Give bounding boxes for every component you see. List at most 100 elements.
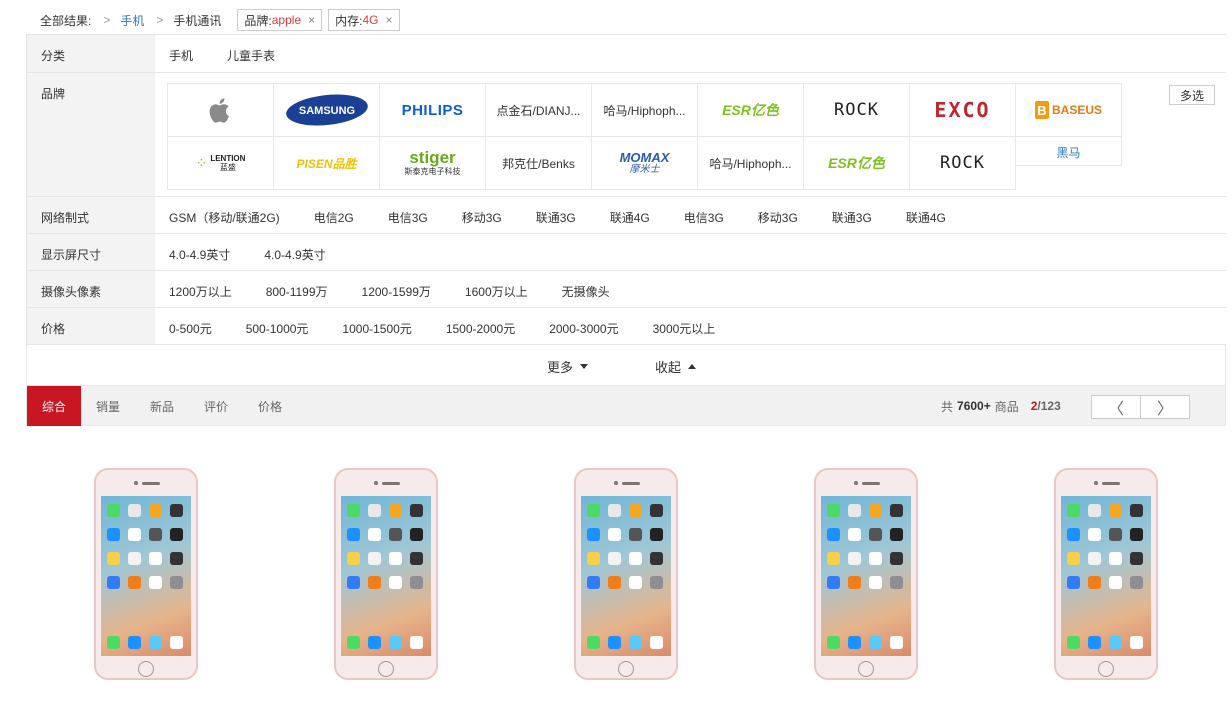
filter-option[interactable]: 移动3G: [758, 209, 798, 226]
brand-baseus[interactable]: B BASEUS: [1015, 83, 1122, 137]
result-count: 7600+: [957, 399, 991, 413]
filter-option[interactable]: 3000元以上: [653, 320, 716, 337]
breadcrumb-root: 全部结果:: [40, 13, 92, 28]
brand-philips[interactable]: PHILIPS: [379, 83, 486, 137]
filter-option[interactable]: 手机: [169, 47, 193, 64]
brand-esr[interactable]: ESR亿色: [697, 83, 804, 137]
brand-stiger[interactable]: stiger 斯泰克电子科技: [379, 136, 486, 190]
filter-label: 分类: [27, 35, 155, 72]
filter-option[interactable]: 500-1000元: [246, 320, 309, 337]
filter-panel: 分类 手机 儿童手表 品牌 SAMSUNG PHILIPS 点金石/DIANJ.…: [26, 34, 1226, 386]
filter-option[interactable]: 无摄像头: [562, 283, 610, 300]
next-page-button[interactable]: 〉: [1140, 395, 1190, 419]
prev-page-button[interactable]: 〈: [1091, 395, 1141, 419]
filter-label: 显示屏尺寸: [27, 234, 155, 270]
filter-option[interactable]: 联通3G: [536, 209, 576, 226]
esr-logo: ESR亿色: [828, 155, 885, 171]
filter-option[interactable]: 联通3G: [832, 209, 872, 226]
filter-option[interactable]: 1000-1500元: [342, 320, 411, 337]
product-card[interactable]: [334, 468, 438, 680]
filter-tag-key: 品牌:: [244, 13, 272, 28]
brand-hama[interactable]: 哈马/Hiphoph...: [591, 83, 698, 137]
filter-option[interactable]: 电信3G: [388, 209, 428, 226]
brand-text: 邦克仕/Benks: [502, 156, 575, 171]
filter-row-screen: 显示屏尺寸 4.0-4.9英寸 4.0-4.9英寸: [27, 234, 1226, 271]
filter-tag-value: 4G: [362, 13, 379, 27]
filter-label: 价格: [27, 308, 155, 344]
brand-hama[interactable]: 哈马/Hiphoph...: [697, 136, 804, 190]
multi-select-button[interactable]: 多选: [1169, 85, 1215, 105]
product-card[interactable]: [94, 468, 198, 680]
exco-logo: EXCO: [934, 98, 991, 122]
filter-row-camera: 摄像头像素 1200万以上 800-1199万 1200-1599万 1600万…: [27, 271, 1226, 308]
brand-dianjinshi[interactable]: 点金石/DIANJ...: [485, 83, 592, 137]
brand-rock[interactable]: ROCK: [909, 136, 1016, 190]
close-icon[interactable]: ×: [308, 13, 315, 27]
filter-option[interactable]: 电信3G: [684, 209, 724, 226]
close-icon[interactable]: ×: [386, 13, 393, 27]
breadcrumb-phone-link[interactable]: 手机: [120, 12, 144, 29]
breadcrumb-category[interactable]: 手机通讯: [173, 12, 221, 29]
sort-reviews[interactable]: 评价: [189, 386, 243, 426]
lention-logo: LENTION 蓝盛: [210, 154, 245, 172]
filter-option[interactable]: 移动3G: [462, 209, 502, 226]
philips-logo: PHILIPS: [401, 101, 464, 119]
sort-sales[interactable]: 销量: [81, 386, 135, 426]
sort-comprehensive[interactable]: 综合: [27, 386, 81, 426]
more-button[interactable]: 更多: [547, 357, 589, 376]
product-card[interactable]: [814, 468, 918, 680]
filter-tag-brand[interactable]: 品牌: apple ×: [237, 9, 323, 31]
filter-row-brand: 品牌 SAMSUNG PHILIPS 点金石/DIANJ... 哈马/Hipho…: [27, 73, 1226, 197]
filter-option[interactable]: 1200-1599万: [362, 283, 431, 300]
filter-option[interactable]: 儿童手表: [227, 47, 275, 64]
filter-option[interactable]: 1500-2000元: [446, 320, 515, 337]
filter-label: 网络制式: [27, 197, 155, 233]
summary-suffix: 商品: [994, 399, 1019, 414]
brand-pisen[interactable]: PISEN品胜: [273, 136, 380, 190]
breadcrumb: 全部结果: > 手机 > 手机通讯 品牌: apple × 内存: 4G ×: [40, 8, 400, 32]
filter-option[interactable]: 电信2G: [314, 209, 354, 226]
brand-exco[interactable]: EXCO: [909, 83, 1016, 137]
filter-option[interactable]: 联通4G: [610, 209, 650, 226]
baseus-logo: BASEUS: [1051, 103, 1102, 117]
product-card[interactable]: [1054, 468, 1158, 680]
brand-text: 点金石/DIANJ...: [496, 103, 581, 118]
filter-option[interactable]: 1600万以上: [465, 283, 528, 300]
brand-heima[interactable]: 黑马: [1015, 136, 1122, 166]
filter-option[interactable]: 800-1199万: [266, 283, 328, 300]
brand-apple[interactable]: [167, 83, 274, 137]
sort-price[interactable]: 价格: [243, 386, 297, 426]
sort-bar: 综合 销量 新品 评价 价格 共 7600+ 商品 2 /123 〈 〉: [26, 386, 1226, 426]
collapse-button[interactable]: 收起: [655, 357, 697, 376]
chevron-right-icon: 〉: [1156, 401, 1173, 418]
filter-tag-value: apple: [271, 13, 302, 27]
brand-momax[interactable]: MOMAX 摩米士: [591, 136, 698, 190]
brand-rock[interactable]: ROCK: [803, 83, 910, 137]
iphone-image: [94, 468, 198, 680]
samsung-logo: SAMSUNG: [285, 94, 368, 126]
filter-values: 1200万以上 800-1199万 1200-1599万 1600万以上 无摄像…: [169, 283, 644, 300]
filter-option[interactable]: 联通4G: [906, 209, 946, 226]
iphone-image: [814, 468, 918, 680]
brand-esr[interactable]: ESR亿色: [803, 136, 910, 190]
brand-samsung[interactable]: SAMSUNG: [273, 83, 380, 137]
brand-benks[interactable]: 邦克仕/Benks: [485, 136, 592, 190]
chevron-right-icon: >: [156, 13, 164, 27]
brand-text: 哈马/Hiphoph...: [709, 156, 792, 171]
sort-new[interactable]: 新品: [135, 386, 189, 426]
iphone-image: [574, 468, 678, 680]
filter-option[interactable]: 1200万以上: [169, 283, 232, 300]
filter-option[interactable]: GSM（移动/联通2G): [169, 209, 280, 226]
brand-lention[interactable]: ⁘ LENTION 蓝盛: [167, 136, 274, 190]
filter-option[interactable]: 4.0-4.9英寸: [264, 246, 325, 263]
filter-option[interactable]: 0-500元: [169, 320, 212, 337]
filter-tag-memory[interactable]: 内存: 4G ×: [328, 9, 400, 31]
momax-sub: 摩米士: [629, 163, 660, 175]
rock-logo: ROCK: [940, 153, 985, 173]
brand-text: 哈马/Hiphoph...: [603, 103, 686, 118]
baseus-b-icon: B: [1034, 101, 1049, 119]
filter-toggles: 更多 收起: [27, 345, 1226, 385]
product-card[interactable]: [574, 468, 678, 680]
filter-option[interactable]: 2000-3000元: [549, 320, 618, 337]
filter-option[interactable]: 4.0-4.9英寸: [169, 246, 230, 263]
